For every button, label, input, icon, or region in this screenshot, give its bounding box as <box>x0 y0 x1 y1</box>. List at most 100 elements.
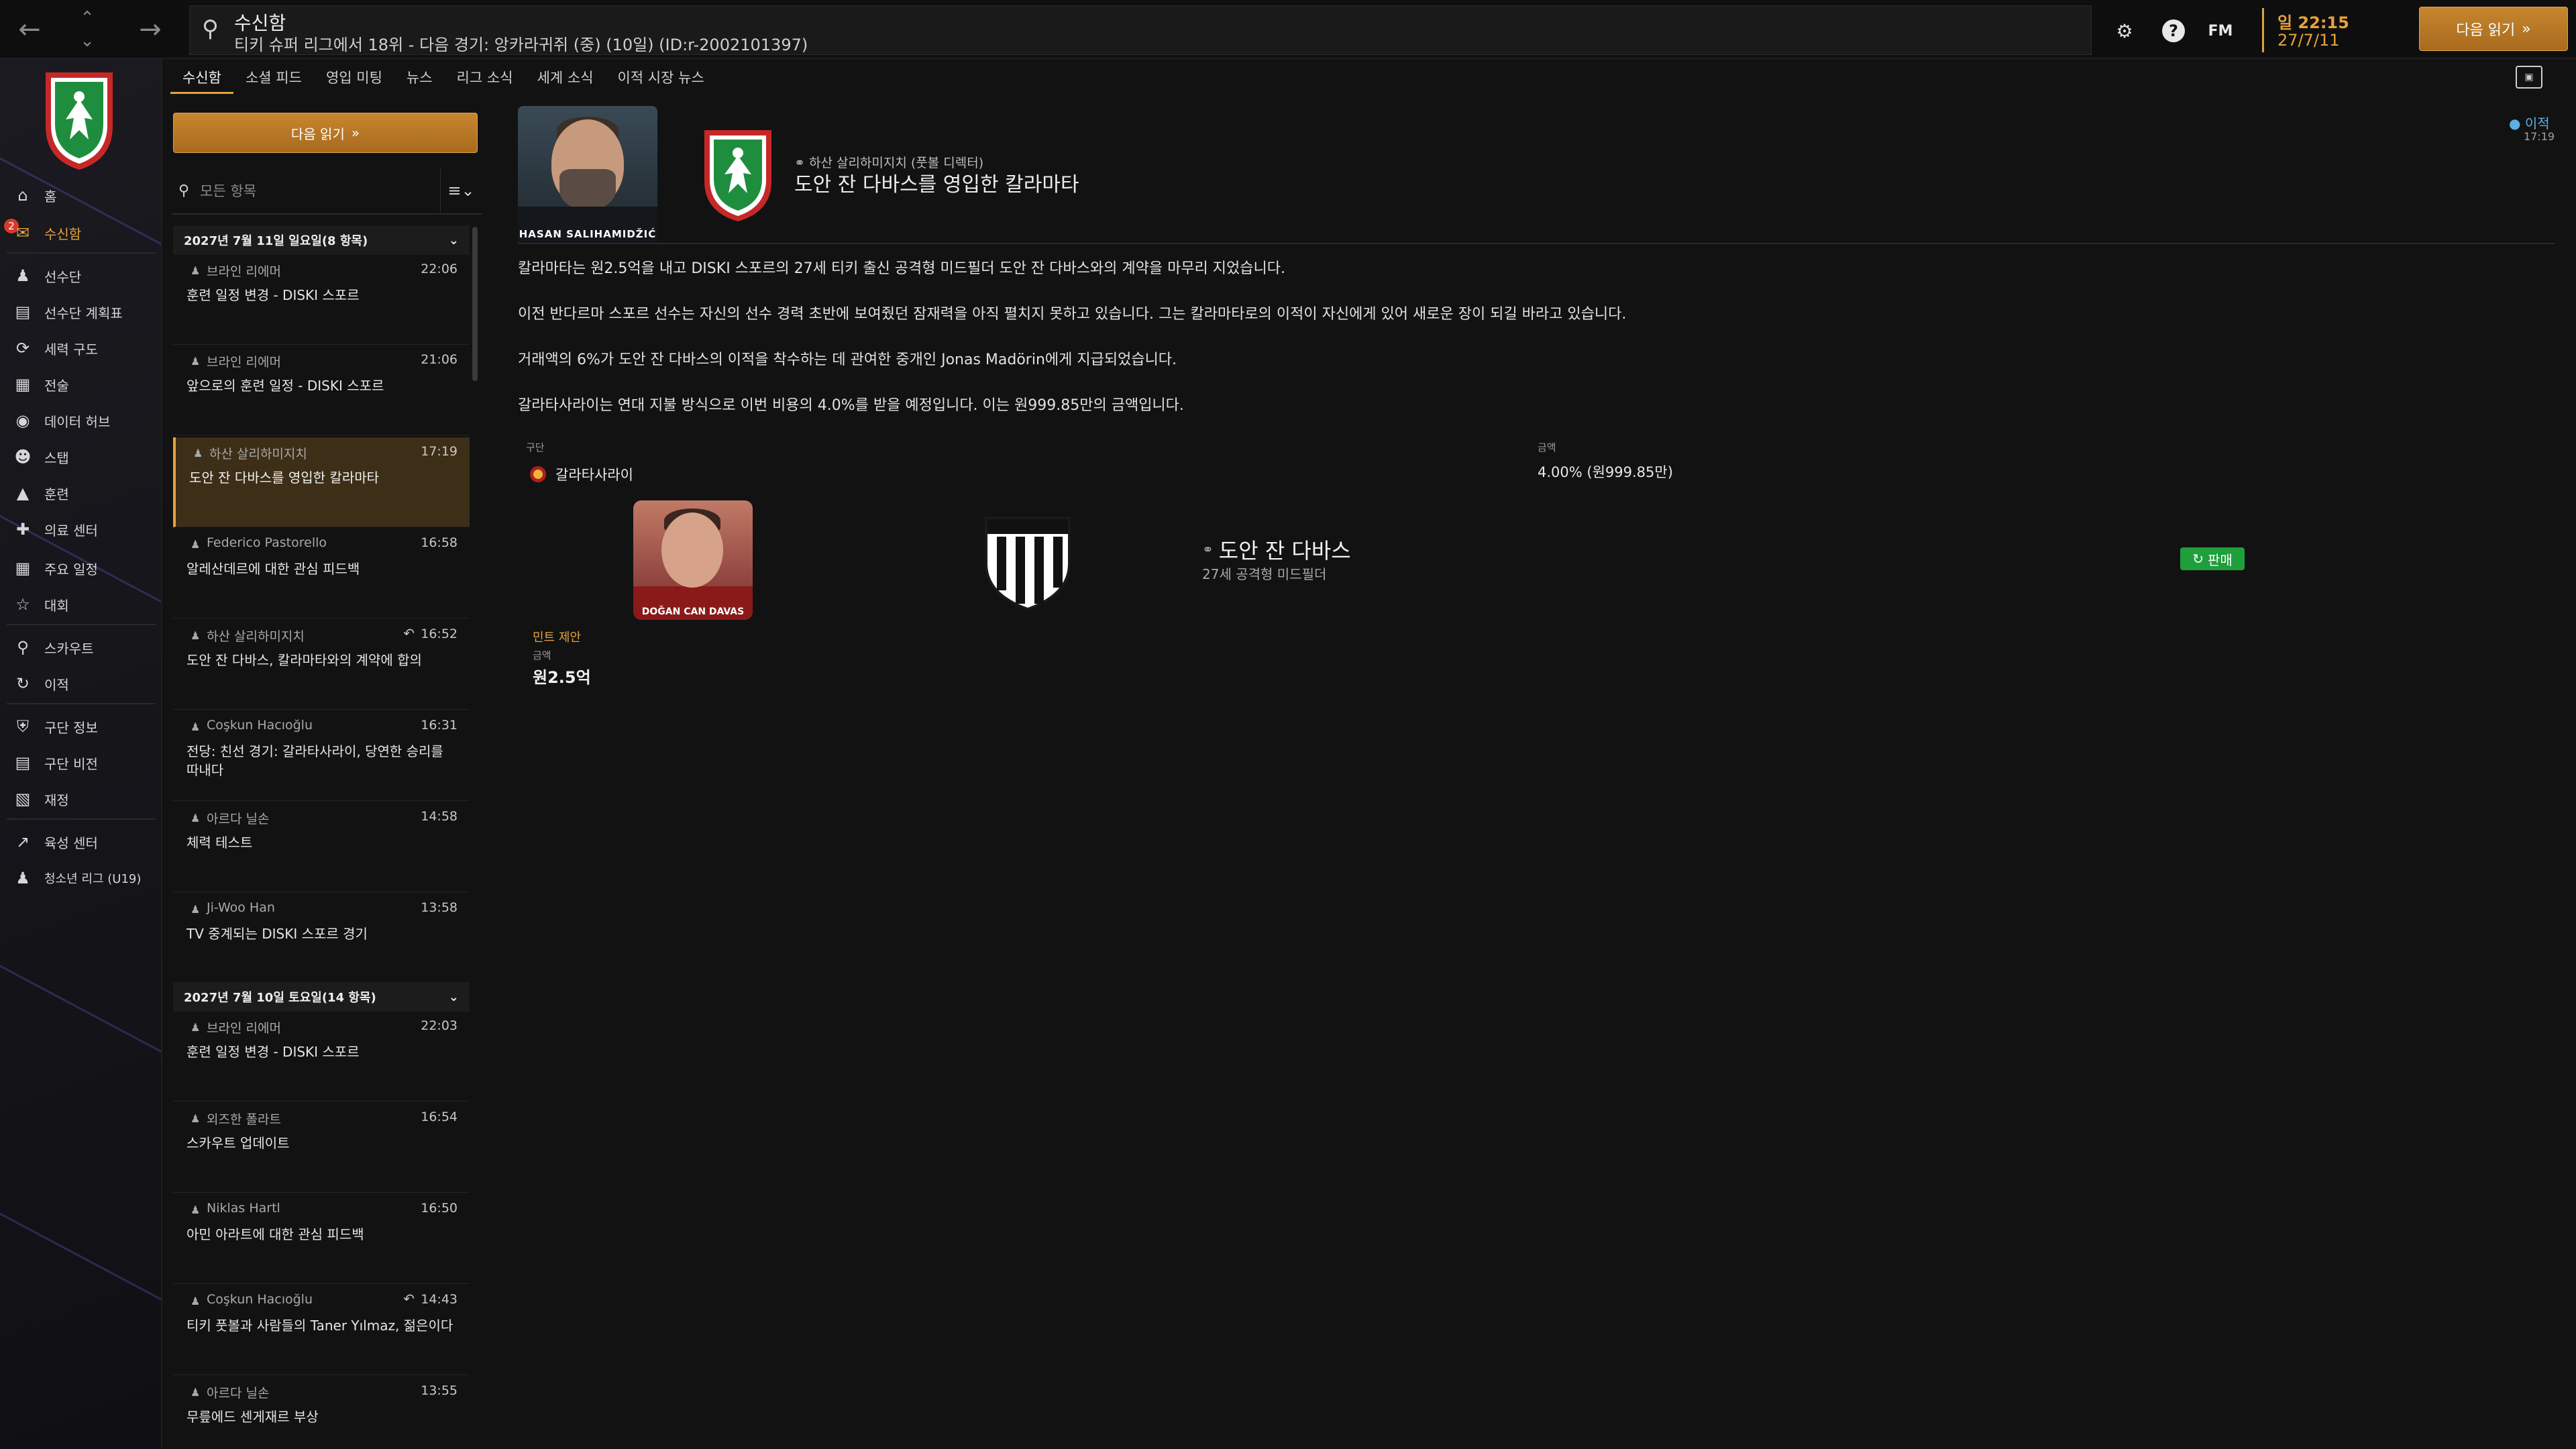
player-description: 27세 공격형 미드필더 <box>1202 566 1327 582</box>
person-icon: ♟ <box>191 1295 201 1307</box>
sidebar-item-inbox[interactable]: ✉ 수신함 <box>0 216 161 250</box>
community-icon[interactable]: ⚙ <box>2113 17 2136 44</box>
sidebar-item-label: 선수단 계획표 <box>44 305 123 321</box>
forward-button[interactable]: → <box>130 12 170 47</box>
competitions-icon: ☆ <box>15 595 30 614</box>
sidebar-item-club-info[interactable]: ⛨ 구단 정보 <box>0 710 161 743</box>
person-icon: ♟ <box>191 903 201 916</box>
back-button[interactable]: ← <box>9 12 50 47</box>
training-icon: ▲ <box>16 484 30 502</box>
sidebar-item-training[interactable]: ▲ 훈련 <box>0 476 161 510</box>
message-subject: 알레산데르에 대한 관심 피드백 <box>186 561 360 577</box>
left-sidebar: 2 ⌂ 홈 ✉ 수신함 ♟ 선수단 ▤ 선수단 계획표 ⟳ 세력 구도 ▦ 전술 ◉ 데이터 … <box>0 59 162 1449</box>
message-subject: 아민 아라트에 대한 관심 피드백 <box>186 1226 364 1242</box>
tab-recruitment-meetings[interactable]: 영입 미팅 <box>314 62 394 94</box>
sidebar-item-squad[interactable]: ♟ 선수단 <box>0 259 161 292</box>
message-sender: 아르다 닐손 <box>207 1386 270 1401</box>
date-group-header[interactable]: 2027년 7월 11일 일요일(8 항목) ⌄ <box>173 225 470 255</box>
sidebar-item-development[interactable]: ↗ 육성 센터 <box>0 825 161 859</box>
tab-inbox[interactable]: 수신함 <box>170 62 233 94</box>
message-sender: Niklas Hartl <box>207 1201 280 1216</box>
sidebar-item-club-vision[interactable]: ▤ 구단 비전 <box>0 746 161 780</box>
inbox-filter[interactable]: ⚲ 모든 항목 <box>172 169 440 212</box>
tab-transfer-news[interactable]: 이적 시장 뉴스 <box>605 62 716 94</box>
message-subject: 앞으로의 훈련 일정 - DISKI 스포르 <box>186 378 384 394</box>
game-clock[interactable]: 일 22:15 27/7/11 <box>2262 8 2383 52</box>
category-label: 이적 <box>2524 115 2550 131</box>
sidebar-item-dynamics[interactable]: ⟳ 세력 구도 <box>0 331 161 365</box>
transfers-icon: ↻ <box>15 674 30 693</box>
sidebar-item-competitions[interactable]: ☆ 대회 <box>0 588 161 621</box>
kalamata-crest-logo[interactable] <box>981 514 1075 612</box>
tab-league-news[interactable]: 리그 소식 <box>445 62 525 94</box>
sidebar-item-medical[interactable]: ✚ 의료 센터 <box>0 513 161 546</box>
title-search-box[interactable]: ⚲ 수신함 티키 슈퍼 리그에서 18위 - 다음 경기: 앙카라귀쥐 (중) … <box>189 5 2092 55</box>
message-time: 16:58 <box>421 535 458 550</box>
sidebar-item-tactics[interactable]: ▦ 전술 <box>0 368 161 401</box>
sidebar-item-data-hub[interactable]: ◉ 데이터 허브 <box>0 404 161 437</box>
sidebar-item-youth-league[interactable]: ♟ 청소년 리그 (U19) <box>0 861 161 895</box>
club-crest-logo[interactable] <box>698 125 778 225</box>
reply-icon: ↶ <box>403 1291 415 1307</box>
sidebar-item-schedule[interactable]: ▦ 주요 일정 <box>0 551 161 585</box>
list-item[interactable]: ♟ Niklas Hartl 16:50 아민 아라트에 대한 관심 피드백 <box>173 1194 470 1284</box>
sidebar-item-home[interactable]: ⌂ 홈 <box>0 178 161 212</box>
solidarity-club[interactable]: 갈라타사라이 <box>530 464 633 484</box>
person-icon: ♟ <box>191 720 201 733</box>
filter-menu-button[interactable]: ≡⌄ <box>440 169 482 212</box>
inbox-continue-button[interactable]: 다음 읽기 » <box>173 113 478 153</box>
sidebar-item-squad-planner[interactable]: ▤ 선수단 계획표 <box>0 295 161 329</box>
list-item[interactable]: ♟ 브라인 리에머 22:06 훈련 일정 변경 - DISKI 스포르 <box>173 255 470 345</box>
sidebar-item-scouting[interactable]: ⚲ 스카우트 <box>0 631 161 664</box>
list-item[interactable]: ♟ 아르다 닐손 14:58 체력 테스트 <box>173 802 470 892</box>
sidebar-item-transfers[interactable]: ↻ 이적 <box>0 667 161 700</box>
player-name-text: 도안 잔 다바스 <box>1218 538 1351 564</box>
chevron-up-icon[interactable]: ⌃ <box>74 7 101 30</box>
tab-social-feed[interactable]: 소셜 피드 <box>233 62 314 94</box>
club-crest-logo[interactable] <box>39 66 119 173</box>
filter-placeholder: 모든 항목 <box>200 183 257 199</box>
list-item[interactable]: ♟ 외즈한 폴라트 16:54 스카우트 업데이트 <box>173 1103 470 1193</box>
search-icon[interactable]: ⚲ <box>202 15 219 42</box>
sidebar-divider <box>7 252 156 254</box>
sidebar-item-label: 청소년 리그 (U19) <box>44 872 142 886</box>
list-item[interactable]: ♟ Coşkun Hacıoğlu 16:31 전당: 친선 경기: 갈라타사라… <box>173 711 470 801</box>
medical-icon: ✚ <box>15 520 30 539</box>
article-paragraph: 갈라타사라이는 연대 지불 방식으로 이번 비용의 4.0%를 받을 예정입니다… <box>518 397 1184 414</box>
person-icon: ♟ <box>191 1386 201 1399</box>
sidebar-item-label: 훈련 <box>44 486 69 502</box>
person-icon: ♟ <box>191 629 201 642</box>
history-updown[interactable]: ⌃ ⌄ <box>74 7 101 54</box>
fm-menu-button[interactable]: FM <box>2207 17 2234 44</box>
screen-options-button[interactable]: ▣ <box>2516 66 2542 89</box>
message-time: 13:58 <box>421 900 458 915</box>
message-sender: Ji-Woo Han <box>207 900 275 915</box>
chevron-down-icon[interactable]: ⌄ <box>74 30 101 52</box>
help-button[interactable]: ? <box>2160 17 2187 44</box>
solidarity-amount: 4.00% (원999.85만) <box>1538 464 1673 480</box>
club-vision-icon: ▤ <box>15 753 31 772</box>
list-item-selected[interactable]: ♟ 하산 살리하미지치 17:19 도안 잔 다바스를 영입한 칼라마타 <box>173 437 470 527</box>
continue-button[interactable]: 다음 읽기 » <box>2419 7 2568 51</box>
player-name[interactable]: ⚭ 도안 잔 다바스 <box>1202 534 1351 565</box>
date-group-header[interactable]: 2027년 7월 10일 토요일(14 항목) ⌄ <box>173 982 470 1012</box>
chevron-down-icon: ⌄ <box>448 233 459 248</box>
inbox-scrollbar[interactable] <box>472 227 478 381</box>
message-time: 16:54 <box>421 1110 458 1124</box>
inbox-icon: ✉ <box>15 223 30 242</box>
sale-badge: ↻ 판매 <box>2180 547 2245 570</box>
sidebar-item-finances[interactable]: ▧ 재정 <box>0 782 161 816</box>
sender-photo[interactable]: HASAN SALIHAMIDŽIĆ <box>518 106 657 243</box>
list-item[interactable]: ♟ Ji-Woo Han 13:58 TV 중계되는 DISKI 스포르 경기 <box>173 894 470 983</box>
list-item[interactable]: ♟ 아르다 닐손 13:55 무릎에드 센게재르 부상 <box>173 1377 470 1449</box>
list-item[interactable]: ♟ 하산 살리하미지치 ↶ 16:52 도안 잔 다바스, 칼라마타와의 계약에… <box>173 620 470 710</box>
list-item[interactable]: ♟ Coşkun Hacıoğlu ↶ 14:43 티키 풋볼과 사람들의 Ta… <box>173 1285 470 1375</box>
player-photo-card[interactable]: DOĞAN CAN DAVAS <box>633 500 753 620</box>
sidebar-item-staff[interactable]: ☻ 스탭 <box>0 440 161 474</box>
tab-news[interactable]: 뉴스 <box>394 62 445 94</box>
list-item[interactable]: ♟ 브라인 리에머 22:03 훈련 일정 변경 - DISKI 스포르 <box>173 1012 470 1102</box>
list-item[interactable]: ♟ 브라인 리에머 21:06 앞으로의 훈련 일정 - DISKI 스포르 <box>173 345 470 435</box>
list-item[interactable]: ♟ Federico Pastorello 16:58 알레산데르에 대한 관심… <box>173 529 470 619</box>
article-paragraph: 칼라마타는 원2.5억을 내고 DISKI 스포르의 27세 티키 출신 공격형… <box>518 260 1285 277</box>
tab-world-news[interactable]: 세계 소식 <box>525 62 606 94</box>
